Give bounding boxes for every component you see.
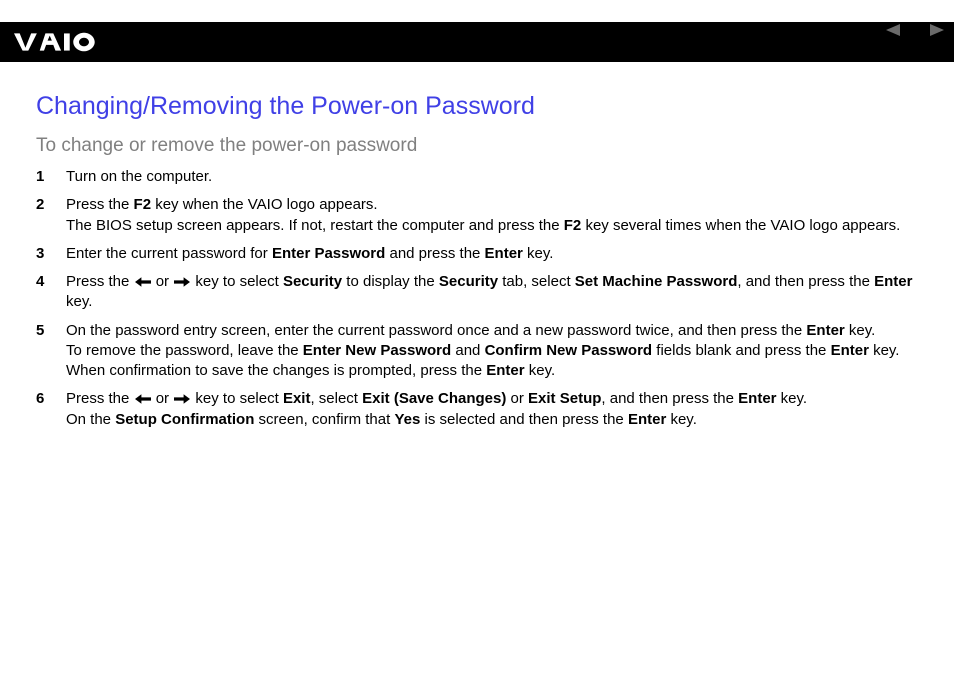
step-number: 4 bbox=[36, 272, 66, 292]
text: key. bbox=[525, 362, 556, 379]
step-number: 3 bbox=[36, 244, 66, 264]
text: or bbox=[152, 390, 174, 407]
text: The BIOS setup screen appears. If not, r… bbox=[66, 217, 564, 234]
text: key. bbox=[777, 390, 808, 407]
text: key when the VAIO logo appears. bbox=[151, 196, 378, 213]
page-nav: 105 bbox=[751, 22, 944, 37]
text: key to select bbox=[191, 273, 283, 290]
text: to display the bbox=[342, 273, 439, 290]
text: is selected and then press the bbox=[420, 411, 628, 428]
step-number: 2 bbox=[36, 195, 66, 215]
next-page-arrow-icon[interactable] bbox=[930, 24, 944, 36]
text: key. bbox=[869, 342, 900, 359]
arrow-left-icon bbox=[135, 272, 151, 292]
bold-text: Enter bbox=[874, 273, 912, 290]
step-body: Press the or key to select Security to d… bbox=[66, 272, 918, 313]
bold-text: Yes bbox=[394, 411, 420, 428]
bold-text: Enter bbox=[806, 322, 844, 339]
step-body: Press the or key to select Exit, select … bbox=[66, 389, 918, 430]
text: On the password entry screen, enter the … bbox=[66, 322, 806, 339]
step-number: 6 bbox=[36, 389, 66, 409]
step-item: 5On the password entry screen, enter the… bbox=[36, 321, 918, 382]
text: To remove the password, leave the bbox=[66, 342, 303, 359]
text: key to select bbox=[191, 390, 283, 407]
step-body: Press the F2 key when the VAIO logo appe… bbox=[66, 195, 918, 236]
bold-text: Enter Password bbox=[272, 245, 385, 262]
text: key. bbox=[66, 293, 92, 310]
text: key. bbox=[666, 411, 697, 428]
text: key. bbox=[845, 322, 876, 339]
step-item: 4Press the or key to select Security to … bbox=[36, 272, 918, 313]
step-body: Turn on the computer. bbox=[66, 167, 918, 187]
text: screen, confirm that bbox=[254, 411, 394, 428]
text: or bbox=[506, 390, 528, 407]
bold-text: Security bbox=[283, 273, 342, 290]
text: key. bbox=[523, 245, 554, 262]
bold-text: F2 bbox=[134, 196, 152, 213]
text: Press the bbox=[66, 273, 134, 290]
section-subtitle: To change or remove the power-on passwor… bbox=[36, 135, 918, 157]
text: or bbox=[152, 273, 174, 290]
text: tab, select bbox=[498, 273, 575, 290]
vaio-logo-icon bbox=[14, 32, 114, 52]
bold-text: Enter bbox=[738, 390, 776, 407]
step-body: Enter the current password for Enter Pas… bbox=[66, 244, 918, 264]
bold-text: Enter bbox=[628, 411, 666, 428]
step-item: 6Press the or key to select Exit, select… bbox=[36, 389, 918, 430]
prev-page-arrow-icon[interactable] bbox=[886, 24, 900, 36]
bold-text: Enter bbox=[831, 342, 869, 359]
bold-text: Exit (Save Changes) bbox=[362, 390, 506, 407]
text: On the bbox=[66, 411, 115, 428]
content-area: Changing/Removing the Power-on Password … bbox=[0, 62, 954, 458]
step-number: 1 bbox=[36, 167, 66, 187]
text: and bbox=[451, 342, 484, 359]
bold-text: Enter bbox=[485, 245, 523, 262]
text: , and then press the bbox=[737, 273, 874, 290]
text: fields blank and press the bbox=[652, 342, 830, 359]
bold-text: Confirm New Password bbox=[485, 342, 653, 359]
text: key several times when the VAIO logo app… bbox=[581, 217, 900, 234]
step-item: 2Press the F2 key when the VAIO logo app… bbox=[36, 195, 918, 236]
text: , select bbox=[310, 390, 362, 407]
bold-text: Set Machine Password bbox=[575, 273, 738, 290]
steps-list: 1Turn on the computer.2Press the F2 key … bbox=[36, 167, 918, 430]
text: Press the bbox=[66, 390, 134, 407]
bold-text: Exit bbox=[283, 390, 311, 407]
page-header-right: 105 Customizing Your VAIO Computer bbox=[751, 22, 944, 53]
text: When confirmation to save the changes is… bbox=[66, 362, 486, 379]
page-title: Changing/Removing the Power-on Password bbox=[36, 92, 918, 121]
step-number: 5 bbox=[36, 321, 66, 341]
arrow-left-icon bbox=[135, 389, 151, 409]
arrow-right-icon bbox=[174, 272, 190, 292]
bold-text: Exit Setup bbox=[528, 390, 601, 407]
bold-text: Enter bbox=[486, 362, 524, 379]
text: Press the bbox=[66, 196, 134, 213]
page-number: 105 bbox=[903, 22, 927, 37]
bold-text: Setup Confirmation bbox=[115, 411, 254, 428]
text: , and then press the bbox=[601, 390, 738, 407]
step-item: 3Enter the current password for Enter Pa… bbox=[36, 244, 918, 264]
arrow-right-icon bbox=[174, 389, 190, 409]
bold-text: Security bbox=[439, 273, 498, 290]
text: and press the bbox=[385, 245, 484, 262]
chapter-title: Customizing Your VAIO Computer bbox=[751, 39, 944, 53]
step-item: 1Turn on the computer. bbox=[36, 167, 918, 187]
bold-text: Enter New Password bbox=[303, 342, 451, 359]
step-body: On the password entry screen, enter the … bbox=[66, 321, 918, 382]
text: Enter the current password for bbox=[66, 245, 272, 262]
bold-text: F2 bbox=[564, 217, 582, 234]
